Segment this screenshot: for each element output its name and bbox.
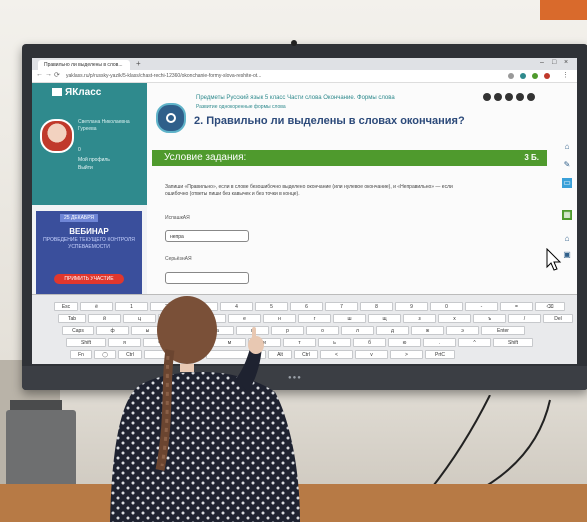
girl-student (110, 296, 300, 522)
